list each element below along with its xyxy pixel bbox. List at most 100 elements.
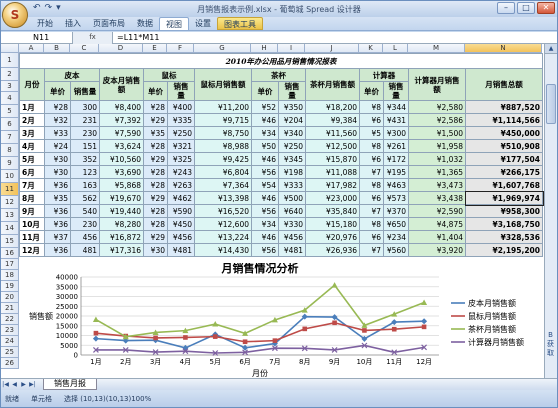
cell-a4[interactable]: ¥4,875 xyxy=(408,217,466,231)
cell-p4[interactable]: ¥8 xyxy=(359,178,384,192)
cell-q4[interactable]: ¥650 xyxy=(383,217,409,231)
cell-q1[interactable]: 230 xyxy=(70,217,100,231)
cell-p4[interactable]: ¥8 xyxy=(359,217,384,231)
cell-q4[interactable]: ¥463 xyxy=(383,178,409,192)
select-all-corner[interactable] xyxy=(1,44,19,53)
cell-q3[interactable]: ¥250 xyxy=(278,139,306,153)
side-tool-b[interactable]: B xyxy=(544,331,557,340)
cell-a4[interactable]: ¥2,590 xyxy=(408,204,466,218)
cell-a2[interactable]: ¥13,224 xyxy=(194,230,252,244)
header-total[interactable]: 月销售总额 xyxy=(465,68,543,101)
cell-a2[interactable]: ¥12,600 xyxy=(194,217,252,231)
prev-sheet-icon[interactable]: ◀ xyxy=(10,380,19,389)
cell-q4[interactable]: ¥195 xyxy=(383,165,409,179)
app-menu-button[interactable]: S xyxy=(2,2,28,28)
header-unit-price[interactable]: 单价 xyxy=(143,81,168,101)
cell-q1[interactable]: 562 xyxy=(70,191,100,205)
cell-p2[interactable]: ¥28 xyxy=(143,100,168,114)
cell-a3[interactable]: ¥11,560 xyxy=(305,126,360,140)
cell-total[interactable]: ¥450,000 xyxy=(465,126,543,140)
cell-p3[interactable]: ¥34 xyxy=(251,217,279,231)
header-sales-qty[interactable]: 销售量 xyxy=(70,81,100,101)
cell-q4[interactable]: ¥261 xyxy=(383,139,409,153)
row-header-16[interactable]: 16 xyxy=(1,248,19,259)
cell-a2[interactable]: ¥8,750 xyxy=(194,126,252,140)
side-tool-get[interactable]: 获 xyxy=(544,340,557,349)
column-header-j[interactable]: J xyxy=(305,44,359,53)
cell-q2[interactable]: ¥263 xyxy=(167,178,195,192)
cell-q1[interactable]: 456 xyxy=(70,230,100,244)
cell-a1[interactable]: ¥7,392 xyxy=(99,113,144,127)
row-header-11[interactable]: 11 xyxy=(1,183,19,196)
cell-q3[interactable]: ¥640 xyxy=(278,204,306,218)
cell-p1[interactable]: ¥36 xyxy=(44,204,71,218)
header-unit-price[interactable]: 单价 xyxy=(44,81,71,101)
cell-p3[interactable]: ¥54 xyxy=(251,178,279,192)
cell-p1[interactable]: ¥36 xyxy=(44,178,71,192)
cell-a1[interactable]: ¥19,670 xyxy=(99,191,144,205)
cell-q2[interactable]: ¥400 xyxy=(167,100,195,114)
cell-total[interactable]: ¥328,536 xyxy=(465,230,543,244)
tab-insert[interactable]: 插入 xyxy=(59,17,87,30)
cell-a2[interactable]: ¥14,430 xyxy=(194,243,252,257)
sheet-tab-sales[interactable]: 销售月报 xyxy=(43,379,97,390)
cell-total[interactable]: ¥1,114,566 xyxy=(465,113,543,127)
name-box[interactable]: N11 xyxy=(1,31,73,44)
cell-a3[interactable]: ¥12,500 xyxy=(305,139,360,153)
cell-a4[interactable]: ¥3,920 xyxy=(408,243,466,257)
column-header-i[interactable]: I xyxy=(278,44,305,53)
cell-p2[interactable]: ¥29 xyxy=(143,230,168,244)
column-header-k[interactable]: K xyxy=(359,44,383,53)
cell-p3[interactable]: ¥46 xyxy=(251,191,279,205)
cell-q3[interactable]: ¥456 xyxy=(278,230,306,244)
cell-q3[interactable]: ¥350 xyxy=(278,100,306,114)
cell-total[interactable]: ¥958,300 xyxy=(465,204,543,218)
column-header-d[interactable]: D xyxy=(99,44,143,53)
cell-month[interactable]: 9月 xyxy=(19,204,45,218)
cell-total[interactable]: ¥177,504 xyxy=(465,152,543,166)
cell-a2[interactable]: ¥16,520 xyxy=(194,204,252,218)
column-header-m[interactable]: M xyxy=(408,44,465,53)
cell-month[interactable]: 2月 xyxy=(19,113,45,127)
column-header-f[interactable]: F xyxy=(167,44,194,53)
cell-total[interactable]: ¥2,195,200 xyxy=(465,243,543,257)
cell-p3[interactable]: ¥56 xyxy=(251,204,279,218)
cell-a2[interactable]: ¥9,425 xyxy=(194,152,252,166)
cell-q1[interactable]: 352 xyxy=(70,152,100,166)
cell-q4[interactable]: ¥560 xyxy=(383,243,409,257)
cell-month[interactable]: 5月 xyxy=(19,152,45,166)
cell-total[interactable]: ¥3,168,750 xyxy=(465,217,543,231)
cell-q4[interactable]: ¥234 xyxy=(383,230,409,244)
cell-a3[interactable]: ¥35,840 xyxy=(305,204,360,218)
cell-a3[interactable]: ¥18,200 xyxy=(305,100,360,114)
cell-q1[interactable]: 540 xyxy=(70,204,100,218)
cell-p1[interactable]: ¥35 xyxy=(44,191,71,205)
cell-p2[interactable]: ¥29 xyxy=(143,191,168,205)
header-notebook-amount[interactable]: 皮本月销售额 xyxy=(99,68,144,101)
cell-p4[interactable]: ¥7 xyxy=(359,165,384,179)
cell-a2[interactable]: ¥7,364 xyxy=(194,178,252,192)
cell-a3[interactable]: ¥15,870 xyxy=(305,152,360,166)
cell-total[interactable]: ¥266,175 xyxy=(465,165,543,179)
row-header-22[interactable]: 22 xyxy=(1,314,19,325)
cell-a1[interactable]: ¥17,316 xyxy=(99,243,144,257)
cell-q1[interactable]: 151 xyxy=(70,139,100,153)
cell-month[interactable]: 10月 xyxy=(19,217,45,231)
cell-a3[interactable]: ¥26,936 xyxy=(305,243,360,257)
column-header-g[interactable]: G xyxy=(194,44,251,53)
header-cup-amount[interactable]: 茶杯月销售额 xyxy=(305,68,360,101)
cell-p2[interactable]: ¥29 xyxy=(143,113,168,127)
cell-p4[interactable]: ¥8 xyxy=(359,139,384,153)
next-sheet-icon[interactable]: ▶ xyxy=(19,380,28,389)
cell-p1[interactable]: ¥28 xyxy=(44,100,71,114)
minimize-button[interactable]: – xyxy=(497,2,515,14)
cell-a4[interactable]: ¥1,365 xyxy=(408,165,466,179)
cell-p1[interactable]: ¥36 xyxy=(44,217,71,231)
cell-q4[interactable]: ¥370 xyxy=(383,204,409,218)
header-group-calculator[interactable]: 计算器 xyxy=(359,68,409,82)
cell-p2[interactable]: ¥28 xyxy=(143,165,168,179)
cell-a3[interactable]: ¥9,384 xyxy=(305,113,360,127)
cell-q3[interactable]: ¥204 xyxy=(278,113,306,127)
row-header-3[interactable]: 3 xyxy=(1,81,19,92)
row-header-1[interactable]: 1 xyxy=(1,53,19,68)
